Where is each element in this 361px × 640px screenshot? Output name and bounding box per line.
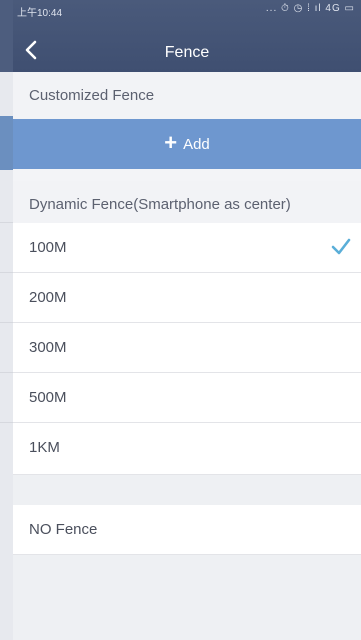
fence-option-label: 100M — [29, 239, 67, 256]
checkmark-icon — [331, 238, 351, 255]
no-fence-option[interactable]: NO Fence — [13, 505, 361, 555]
status-time: 上午10:44 — [17, 8, 63, 19]
header-bar: 上午10:44 ... ⏱ ◷ ⁞ ıl 4G ▭ Fence — [13, 0, 361, 72]
no-fence-label: NO Fence — [29, 521, 98, 538]
fence-option-200m[interactable]: 200M — [13, 273, 361, 323]
customized-fence-label: Customized Fence — [13, 72, 361, 120]
fence-option-label: 500M — [29, 389, 67, 406]
status-bar: 上午10:44 ... ⏱ ◷ ⁞ ıl 4G ▭ — [13, 0, 361, 22]
fence-option-label: 300M — [29, 339, 67, 356]
dynamic-fence-label: Dynamic Fence(Smartphone as center) — [13, 181, 361, 223]
fence-option-1km[interactable]: 1KM — [13, 423, 361, 475]
status-icons: ... ⏱ ◷ ⁞ ıl 4G ▭ — [265, 3, 355, 14]
empty-area — [13, 555, 361, 640]
section-divider — [13, 475, 361, 505]
fence-option-100m[interactable]: 100M — [13, 223, 361, 273]
fence-option-300m[interactable]: 300M — [13, 323, 361, 373]
fence-screen: 上午10:44 ... ⏱ ◷ ⁞ ıl 4G ▭ Fence Customiz… — [13, 0, 361, 640]
plus-icon: + — [164, 130, 178, 155]
fence-option-label: 1KM — [29, 439, 60, 456]
add-fence-button[interactable]: + Add — [13, 119, 361, 169]
fence-option-500m[interactable]: 500M — [13, 373, 361, 423]
fence-option-label: 200M — [29, 289, 67, 306]
page-title: Fence — [164, 44, 210, 61]
background-app-strip — [0, 0, 13, 640]
add-button-label: Add — [183, 135, 210, 153]
